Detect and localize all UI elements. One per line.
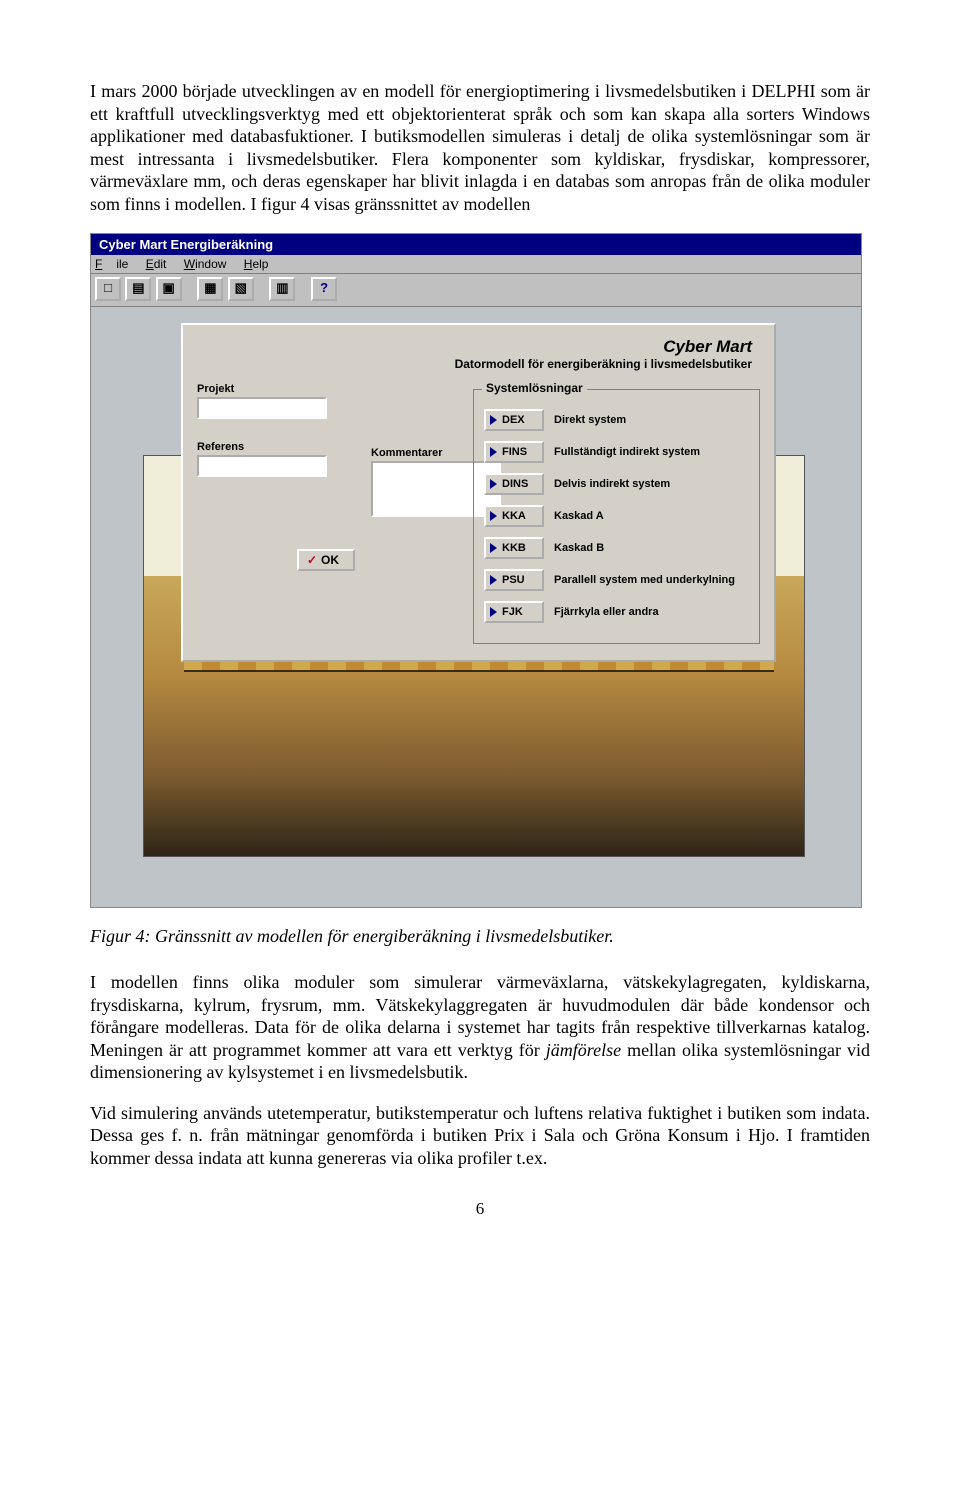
toolbar-db2-icon[interactable]: ▧ <box>228 277 254 301</box>
system-button-fjk[interactable]: FJK <box>484 601 544 623</box>
system-button-kkb[interactable]: KKB <box>484 537 544 559</box>
system-button-kka[interactable]: KKA <box>484 505 544 527</box>
system-code: PSU <box>502 574 525 586</box>
paragraph-3: Vid simulering används utetemperatur, bu… <box>90 1102 870 1170</box>
app-client-area: Cyber Mart Datormodell för energiberäkni… <box>91 307 861 907</box>
check-icon: ✓ <box>307 553 317 567</box>
play-icon <box>490 479 497 489</box>
toolbar-grid-icon[interactable]: ▥ <box>269 277 295 301</box>
main-form-panel: Cyber Mart Datormodell för energiberäkni… <box>181 323 776 662</box>
system-code: KKB <box>502 542 526 554</box>
system-code: DEX <box>502 414 525 426</box>
system-button-psu[interactable]: PSU <box>484 569 544 591</box>
play-icon <box>490 447 497 457</box>
menu-help[interactable]: Help <box>244 257 269 271</box>
system-code: DINS <box>502 478 528 490</box>
menu-edit[interactable]: Edit <box>146 257 167 271</box>
menu-window[interactable]: Window <box>184 257 227 271</box>
toolbar: □ ▤ ▣ ▦ ▧ ▥ ? <box>91 274 861 307</box>
toolbar-db1-icon[interactable]: ▦ <box>197 277 223 301</box>
page-number: 6 <box>90 1199 870 1219</box>
system-button-dins[interactable]: DINS <box>484 473 544 495</box>
app-window: Cyber Mart Energiberäkning File Edit Win… <box>90 233 862 908</box>
paragraph-2: I modellen finns olika moduler som simul… <box>90 971 870 1084</box>
menubar: File Edit Window Help <box>91 255 861 274</box>
play-icon <box>490 543 497 553</box>
toolbar-open-icon[interactable]: ▤ <box>125 277 151 301</box>
toolbar-save-icon[interactable]: ▣ <box>156 277 182 301</box>
play-icon <box>490 607 497 617</box>
paragraph-1: I mars 2000 började utvecklingen av en m… <box>90 80 870 215</box>
toolbar-new-icon[interactable]: □ <box>95 277 121 301</box>
system-label: Kaskad A <box>554 510 604 522</box>
system-row-kkb: KKB Kaskad B <box>484 537 749 559</box>
system-label: Direkt system <box>554 414 626 426</box>
play-icon <box>490 511 497 521</box>
systemlosningar-group: Systemlösningar DEXDirekt systemFINSFull… <box>473 389 760 644</box>
group-legend: Systemlösningar <box>482 381 587 395</box>
system-row-psu: PSU Parallell system med underkylning <box>484 569 749 591</box>
projekt-input[interactable] <box>197 397 327 419</box>
window-titlebar: Cyber Mart Energiberäkning <box>91 234 861 255</box>
system-code: KKA <box>502 510 526 522</box>
form-subtitle: Datormodell för energiberäkning i livsme… <box>197 357 752 371</box>
system-code: FINS <box>502 446 527 458</box>
system-label: Fjärrkyla eller andra <box>554 606 659 618</box>
ok-button[interactable]: ✓ OK <box>297 549 355 571</box>
menu-file[interactable]: File <box>95 257 128 271</box>
system-row-kka: KKA Kaskad A <box>484 505 749 527</box>
system-label: Kaskad B <box>554 542 604 554</box>
system-label: Delvis indirekt system <box>554 478 670 490</box>
ok-label: OK <box>321 553 339 567</box>
system-row-fjk: FJK Fjärrkyla eller andra <box>484 601 749 623</box>
referens-input[interactable] <box>197 455 327 477</box>
system-row-dins: DINS Delvis indirekt system <box>484 473 749 495</box>
play-icon <box>490 575 497 585</box>
system-button-fins[interactable]: FINS <box>484 441 544 463</box>
system-row-fins: FINS Fullständigt indirekt system <box>484 441 749 463</box>
system-label: Parallell system med underkylning <box>554 574 735 586</box>
figure-caption: Figur 4: Gränssnitt av modellen för ener… <box>90 926 870 947</box>
form-title: Cyber Mart <box>197 337 752 357</box>
projekt-label: Projekt <box>197 383 457 395</box>
system-row-dex: DEX Direkt system <box>484 409 749 431</box>
play-icon <box>490 415 497 425</box>
system-label: Fullständigt indirekt system <box>554 446 700 458</box>
toolbar-help-icon[interactable]: ? <box>311 277 337 301</box>
system-code: FJK <box>502 606 523 618</box>
system-button-dex[interactable]: DEX <box>484 409 544 431</box>
